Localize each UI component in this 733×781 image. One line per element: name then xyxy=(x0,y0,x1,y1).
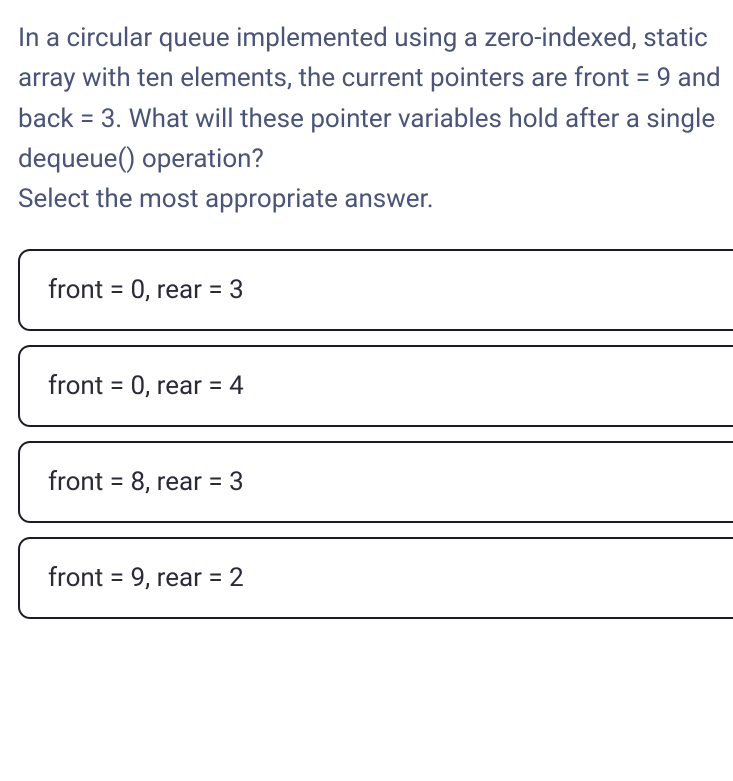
question-instruction: Select the most appropriate answer. xyxy=(18,184,434,214)
question-prompt: In a circular queue implemented using a … xyxy=(18,18,733,219)
question-body: In a circular queue implemented using a … xyxy=(18,23,721,174)
options-list: front = 0, rear = 3 front = 0, rear = 4 … xyxy=(18,249,733,619)
option-0[interactable]: front = 0, rear = 3 xyxy=(18,249,733,331)
option-label: front = 8, rear = 3 xyxy=(48,467,244,497)
option-3[interactable]: front = 9, rear = 2 xyxy=(18,537,733,619)
option-label: front = 0, rear = 3 xyxy=(48,275,244,305)
option-label: front = 9, rear = 2 xyxy=(48,563,244,593)
option-label: front = 0, rear = 4 xyxy=(48,371,244,401)
option-1[interactable]: front = 0, rear = 4 xyxy=(18,345,733,427)
option-2[interactable]: front = 8, rear = 3 xyxy=(18,441,733,523)
